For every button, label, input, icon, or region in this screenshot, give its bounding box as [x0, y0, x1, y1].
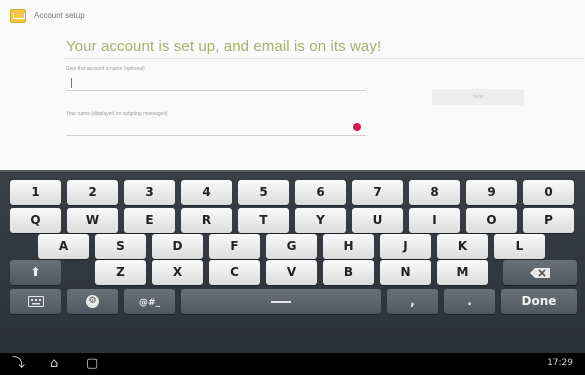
key-e[interactable]: E	[124, 208, 175, 233]
key-j[interactable]: J	[380, 234, 431, 259]
back-icon[interactable]: ⤵	[12, 357, 25, 371]
space-key[interactable]	[181, 289, 381, 314]
shift-key[interactable]: ⬆	[10, 260, 61, 285]
key-b[interactable]: B	[323, 260, 374, 285]
key-4[interactable]: 4	[181, 180, 232, 205]
title-bar: Account setup	[0, 0, 585, 30]
key-a[interactable]: A	[38, 234, 89, 259]
key-w[interactable]: W	[67, 208, 118, 233]
key-m[interactable]: M	[437, 260, 488, 285]
period-key[interactable]: .	[444, 289, 495, 314]
account-name-field[interactable]	[66, 90, 366, 91]
key-6[interactable]: 6	[295, 180, 346, 205]
key-t[interactable]: T	[238, 208, 289, 233]
key-k[interactable]: K	[437, 234, 488, 259]
error-indicator-icon	[353, 123, 361, 131]
key-z[interactable]: Z	[95, 260, 146, 285]
keyboard-switch-key[interactable]	[10, 289, 61, 314]
key-q[interactable]: Q	[10, 208, 61, 233]
text-cursor	[71, 78, 72, 88]
key-i[interactable]: I	[409, 208, 460, 233]
email-app-icon	[10, 9, 26, 23]
your-name-label: Your name (displayed on outgoing message…	[66, 111, 168, 117]
setup-screen: Account setup Your account is set up, an…	[0, 0, 585, 170]
on-screen-keyboard: 1234567890 QWERTYUIOP ASDFGHJKL ZXCVBNM …	[0, 170, 585, 355]
keyboard-switch-icon	[27, 296, 44, 307]
account-name-label: Give this account a name (optional)	[66, 66, 145, 72]
next-button[interactable]: Next	[432, 89, 524, 105]
key-o[interactable]: O	[466, 208, 517, 233]
shift-icon: ⬆	[30, 265, 41, 279]
symbols-key[interactable]: @#_	[124, 289, 175, 314]
settings-key[interactable]: ⚙	[67, 289, 118, 314]
key-7[interactable]: 7	[352, 180, 403, 205]
key-v[interactable]: V	[266, 260, 317, 285]
key-h[interactable]: H	[323, 234, 374, 259]
key-8[interactable]: 8	[409, 180, 460, 205]
key-9[interactable]: 9	[466, 180, 517, 205]
home-icon[interactable]: ⌂	[50, 357, 58, 371]
done-key[interactable]: Done	[501, 289, 577, 314]
key-g[interactable]: G	[266, 234, 317, 259]
key-s[interactable]: S	[95, 234, 146, 259]
key-c[interactable]: C	[209, 260, 260, 285]
title-divider	[64, 58, 584, 59]
key-l[interactable]: L	[494, 234, 545, 259]
window-title: Account setup	[34, 11, 85, 20]
key-u[interactable]: U	[352, 208, 403, 233]
space-bar-icon	[271, 300, 291, 303]
key-x[interactable]: X	[152, 260, 203, 285]
your-name-field[interactable]	[66, 135, 366, 136]
system-navigation-bar: ⤵ ⌂ ▢ 17:29	[0, 353, 585, 375]
key-0[interactable]: 0	[523, 180, 574, 205]
page-title: Your account is set up, and email is on …	[66, 38, 382, 55]
status-clock: 17:29	[547, 358, 573, 368]
key-d[interactable]: D	[152, 234, 203, 259]
key-y[interactable]: Y	[295, 208, 346, 233]
key-f[interactable]: F	[209, 234, 260, 259]
key-5[interactable]: 5	[238, 180, 289, 205]
key-3[interactable]: 3	[124, 180, 175, 205]
settings-key-icon: ⚙	[86, 295, 99, 308]
key-1[interactable]: 1	[10, 180, 61, 205]
comma-key[interactable]: ,	[387, 289, 438, 314]
symbols-key-label: @#_	[138, 298, 161, 308]
key-n[interactable]: N	[380, 260, 431, 285]
key-2[interactable]: 2	[67, 180, 118, 205]
backspace-key[interactable]	[503, 260, 577, 285]
key-r[interactable]: R	[181, 208, 232, 233]
recent-apps-icon[interactable]: ▢	[86, 357, 98, 371]
key-p[interactable]: P	[523, 208, 574, 233]
backspace-icon	[530, 267, 550, 278]
